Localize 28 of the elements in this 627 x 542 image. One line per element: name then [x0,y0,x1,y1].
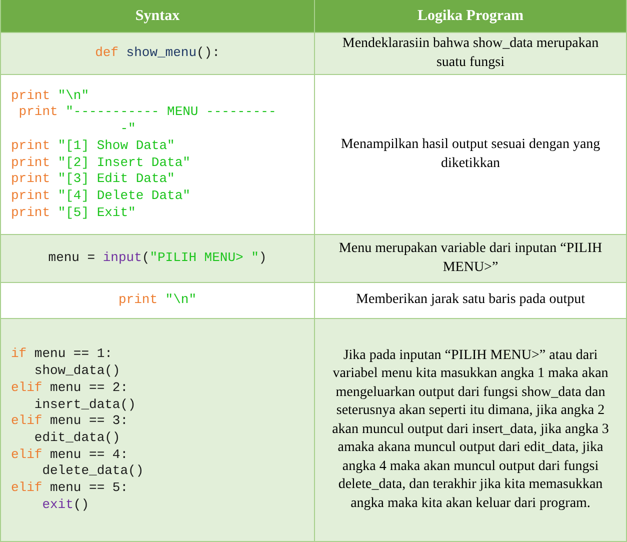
code-line: elif menu == 2: [11,380,130,397]
code-line: if menu == 1: [11,346,114,364]
code-line: print "\n" [118,292,197,309]
description-text: Memberikan jarak satu baris pada output [356,291,585,310]
code-line: elif menu == 5: [11,480,130,497]
column-header: Logika Program [314,0,626,32]
code-line: print "[5] Exit" [11,204,137,222]
code-line: print "[3] Edit Data" [11,171,176,188]
description-text: Menu merupakan variable dari inputan “PILIH MENU>” [338,240,604,276]
code-line: menu = input("PILIH MENU> ") [48,250,267,267]
code-line: print "[1] Show Data" [11,138,176,154]
code-line: delete_data() [41,463,144,480]
code-line: edit_data() [33,430,122,447]
code-line: insert_data() [33,396,137,414]
code-line: print "----------- MENU --------- [18,104,276,122]
code-line: elif menu == 3: [11,413,130,430]
code-line: print "\n" [11,88,90,104]
code-line: -" [119,121,137,138]
code-line: print "[2] Insert Data" [11,154,192,172]
code-line: def show_menu(): [95,45,220,62]
code-line: print "[4] Delete Data" [11,188,192,205]
code-line: elif menu == 4: [11,446,130,464]
column-header: Syntax [1,0,314,32]
description-text: Jika pada inputan “PILIH MENU>” atau dari variabel menu kita masukkan angka 1 maka akan mengeluarkan output dari fungsi show_data dan seterusnya akan seperti itu dimana, jika angka 2 akan muncul output dari insert_data, jika angka 3 amaka akana muncul output dari edit_data, jika angka 4 maka akan muncul output dari fungsi delete_data, dan terakhir jika kita memasukkan angka maka kita akan keluar dari program. [331,346,610,513]
description-text: Mendeklarasiin bahwa show_data merupakan suatu fungsi [341,35,600,72]
code-line: exit() [41,496,90,514]
code-line: show_data() [33,363,122,380]
description-text: Menampilkan hasil output sesuai dengan yang diketikkan [340,136,602,172]
